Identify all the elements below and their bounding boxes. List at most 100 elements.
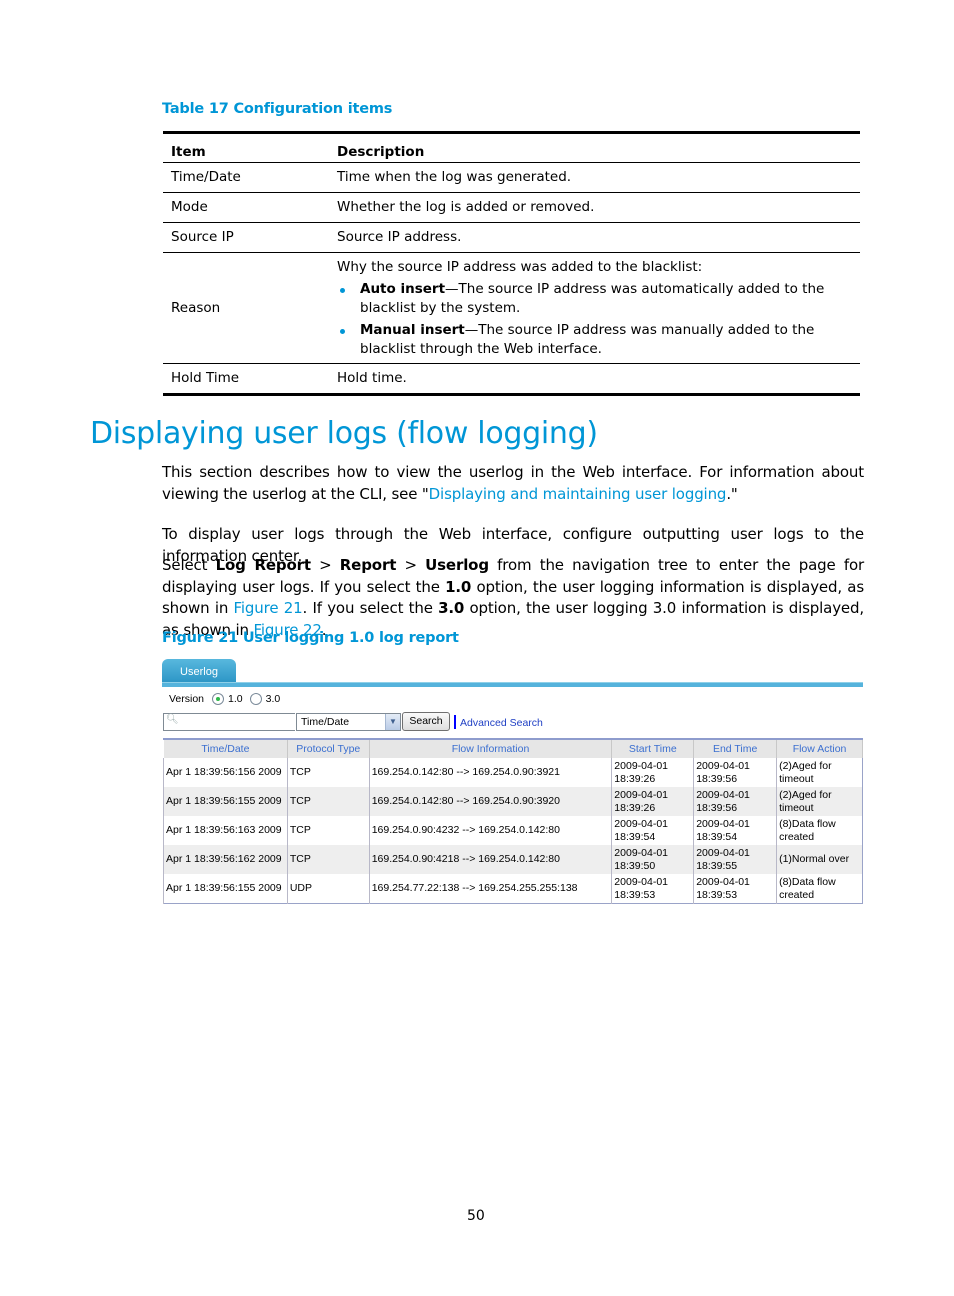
row-item: Mode	[163, 192, 329, 223]
cell-protocol: UDP	[286, 874, 370, 904]
text: >	[310, 556, 340, 574]
radio-label-1-0: 1.0	[228, 693, 243, 705]
row-item: Reason	[163, 252, 329, 364]
row-item: Hold Time	[171, 370, 240, 386]
end-time-text: 18:39:56	[696, 801, 738, 814]
column-protocol-type[interactable]: Protocol Type	[286, 738, 370, 758]
time-text: Apr 1 18:39:56:163 2009	[166, 824, 282, 836]
action1-text: (8)Data flow	[779, 875, 836, 888]
cell-start-time: 2009-04-01 18:39:26	[611, 758, 694, 787]
log-row: Apr 1 18:39:56:155 2009 UDP 169.254.77.2…	[163, 874, 863, 904]
column-flow-information[interactable]: Flow Information	[368, 738, 613, 758]
figure-caption: Figure 21 User logging 1.0 log report	[162, 630, 459, 646]
radio-version-1-0[interactable]	[212, 693, 225, 705]
version-selector: Version 1.0 3.0	[169, 692, 280, 706]
bullet-term: Manual insert	[360, 322, 465, 338]
action2-text: created	[779, 888, 815, 901]
row-description: Source IP address.	[329, 222, 860, 253]
option-1-0: 1.0	[445, 577, 472, 596]
cell-flow-info: 169.254.0.90:4232 --> 169.254.0.142:80	[368, 816, 612, 845]
cell-start-time: 2009-04-01 18:39:54	[611, 816, 694, 845]
column-start-time[interactable]: Start Time	[611, 738, 695, 758]
cell-flow-info: 169.254.77.22:138 --> 169.254.255.255:13…	[368, 874, 612, 904]
tab-bar-line	[162, 682, 863, 687]
row-description: Why the source IP address was added to t…	[329, 252, 860, 364]
end-date-text: 2009-04-01	[696, 817, 750, 830]
table-row: Mode Whether the log is added or removed…	[163, 192, 860, 223]
radio-version-3-0[interactable]	[249, 693, 262, 705]
start-date-text: 2009-04-01	[614, 875, 669, 888]
radio-label-3-0: 3.0	[265, 693, 281, 705]
cell-flow-action: (8)Data flow created	[776, 874, 863, 904]
start-date-text: 2009-04-01	[614, 846, 669, 859]
cell-flow-action: (2)Aged for timeout	[776, 758, 863, 787]
navigation-paragraph: Select Log Report > Report > Userlog fro…	[162, 555, 864, 641]
log-row: Apr 1 18:39:56:155 2009 TCP 169.254.0.14…	[163, 787, 863, 816]
search-field-select[interactable]: Time/Date ▼	[296, 713, 401, 731]
cell-flow-info: 169.254.0.142:80 --> 169.254.0.90:3921	[368, 758, 612, 787]
log-table-header: Time/Date Protocol Type Flow Information…	[163, 738, 863, 758]
start-date-text: 2009-04-01	[614, 788, 669, 801]
log-row: Apr 1 18:39:56:163 2009 TCP 169.254.0.90…	[163, 816, 863, 845]
figure-21-link[interactable]: Figure 21	[234, 599, 303, 617]
proto-text: TCP	[289, 795, 311, 807]
start-time-text: 18:39:26	[614, 772, 656, 785]
cli-reference-link[interactable]: Displaying and maintaining user logging	[429, 485, 727, 503]
reason-list: Auto insert—The source IP address was au…	[337, 280, 852, 359]
proto-text: TCP	[289, 766, 311, 778]
search-button[interactable]: Search	[402, 712, 450, 731]
select-value: Time/Date	[301, 716, 350, 728]
text: >	[396, 556, 426, 574]
userlog-table: Time/Date Protocol Type Flow Information…	[163, 738, 863, 904]
cell-end-time: 2009-04-01 18:39:53	[693, 874, 777, 904]
table-row: Time/Date Time when the log was generate…	[163, 162, 860, 193]
cell-end-time: 2009-04-01 18:39:54	[693, 816, 777, 845]
table-row: Source IP Source IP address.	[163, 222, 860, 253]
row-item: Source IP	[163, 222, 329, 253]
page-number: 50	[467, 1208, 485, 1224]
table-header-row: Item Description	[163, 132, 860, 163]
end-time-text: 18:39:54	[696, 830, 738, 843]
menu-userlog: Userlog	[425, 556, 489, 574]
section-heading: Displaying user logs (flow logging)	[90, 416, 598, 451]
flow-text: 169.254.0.142:80 --> 169.254.0.90:3921	[371, 766, 560, 778]
cell-time-date: Apr 1 18:39:56:155 2009	[163, 787, 288, 816]
column-end-time[interactable]: End Time	[693, 738, 778, 758]
action2-text: timeout	[779, 772, 814, 785]
column-flow-action[interactable]: Flow Action	[776, 738, 863, 758]
search-icon: 🔍︎	[166, 714, 179, 725]
cell-end-time: 2009-04-01 18:39:56	[693, 758, 777, 787]
end-date-text: 2009-04-01	[696, 759, 750, 772]
cell-end-time: 2009-04-01 18:39:55	[693, 845, 777, 874]
start-date-text: 2009-04-01	[614, 817, 669, 830]
time-text: Apr 1 18:39:56:162 2009	[166, 853, 282, 865]
row-description: Whether the log is added or removed.	[329, 192, 860, 223]
bullet-item: Auto insert—The source IP address was au…	[340, 280, 852, 318]
flow-text: 169.254.77.22:138 --> 169.254.255.255:13…	[371, 882, 578, 894]
chevron-down-icon[interactable]: ▼	[385, 714, 400, 730]
cell-protocol: TCP	[286, 758, 370, 787]
proto-text: TCP	[289, 853, 311, 865]
end-time-text: 18:39:56	[696, 772, 738, 785]
text: Select	[162, 556, 216, 574]
search-input[interactable]	[163, 713, 295, 731]
version-label: Version	[169, 693, 205, 705]
action2-text: timeout	[779, 801, 814, 814]
flow-text: 169.254.0.90:4232 --> 169.254.0.142:80	[371, 824, 560, 836]
cell-start-time: 2009-04-01 18:39:26	[611, 787, 694, 816]
cell-flow-action: (2)Aged for timeout	[776, 787, 863, 816]
advanced-search-link[interactable]: Advanced Search	[460, 717, 543, 729]
cell-time-date: Apr 1 18:39:56:155 2009	[163, 874, 288, 904]
action1-text: (2)Aged for	[779, 788, 832, 801]
tab-userlog[interactable]: Userlog	[162, 659, 236, 683]
column-time-date[interactable]: Time/Date	[163, 738, 288, 758]
cell-flow-action: (1)Normal over	[776, 845, 863, 874]
cell-start-time: 2009-04-01 18:39:53	[611, 874, 694, 904]
time-text: Apr 1 18:39:56:155 2009	[166, 795, 282, 807]
time-text: Apr 1 18:39:56:156 2009	[166, 766, 282, 778]
cell-protocol: TCP	[286, 845, 370, 874]
reason-intro: Why the source IP address was added to t…	[337, 259, 703, 275]
cell-start-time: 2009-04-01 18:39:50	[611, 845, 694, 874]
cell-flow-info: 169.254.0.90:4218 --> 169.254.0.142:80	[368, 845, 612, 874]
cell-flow-info: 169.254.0.142:80 --> 169.254.0.90:3920	[368, 787, 612, 816]
